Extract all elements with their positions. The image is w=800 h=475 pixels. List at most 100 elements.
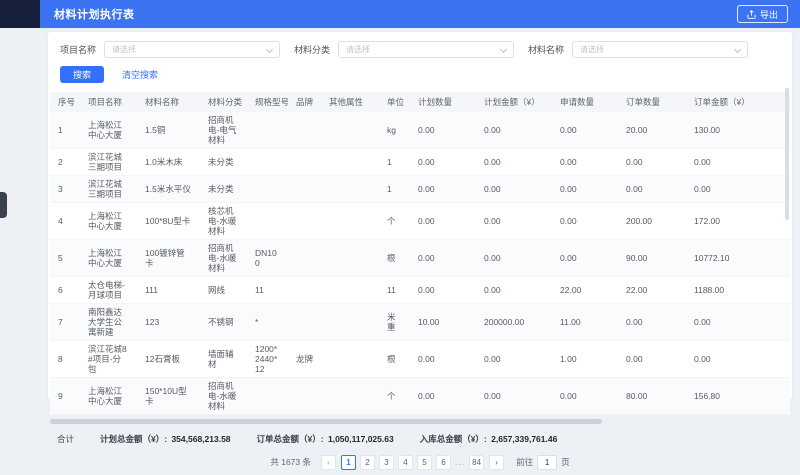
table-cell: * [247,304,288,341]
table-cell: 1200*2440*12 [247,341,288,378]
table-cell: 0.00 [410,112,476,149]
table-cell: 123 [137,304,200,341]
page-button-3[interactable]: 3 [379,455,394,470]
table-cell [288,176,321,203]
page-ellipsis: ... [455,457,465,467]
column-header: 项目名称 [80,92,137,112]
page-button-6[interactable]: 6 [436,455,451,470]
table-cell: 130.00 [686,112,790,149]
column-header: 单位 [379,92,410,112]
table-cell: 3 [50,176,80,203]
table-cell [321,240,379,277]
table-cell: 111 [137,277,200,304]
table-cell: 7 [50,304,80,341]
filter-project-label: 项目名称 [60,43,96,56]
table-cell: 0.00 [686,176,790,203]
page-button-1[interactable]: 1 [341,455,356,470]
column-header: 订单金额（¥） [686,92,790,112]
table-cell: 11 [379,277,410,304]
page-list: 123456... 84 [341,455,484,470]
order-total-label: 订单总金额（¥）: [257,434,324,444]
table-cell: 招商机电-电气材料 [200,112,247,149]
goto-suffix: 页 [561,456,570,468]
horizontal-scrollbar-thumb[interactable] [50,419,602,424]
table-cell: 100*8U型卡 [137,203,200,240]
filter-category-input[interactable] [339,42,513,57]
table-row: 2滨江花城三期项目1.0米木床未分类10.000.000.000.000.00 [50,149,790,176]
export-button[interactable]: 导出 [737,5,788,23]
column-header: 规格型号 [247,92,288,112]
table-row: 5上海松江中心大厦100镀锌管卡招商机电-水暖材料DN100根0.000.000… [50,240,790,277]
column-header: 申请数量 [552,92,618,112]
table-cell: 0.00 [552,203,618,240]
table-cell: 200000.00 [476,304,552,341]
pagination: 共 1673 条 ‹ 123456...84 › 前往 页 [48,449,792,475]
table-cell: 个 [379,203,410,240]
goto-page-input[interactable] [537,455,557,470]
filter-material-select[interactable] [572,41,748,58]
table-cell: 6 [50,277,80,304]
table-cell: 上海松江中心大厦 [80,203,137,240]
export-label: 导出 [760,8,778,21]
goto-page: 前往 页 [516,455,570,470]
filter-project: 项目名称 [60,41,280,58]
filter-category-select[interactable] [338,41,514,58]
table-cell: 0.00 [618,149,686,176]
filter-category-label: 材料分类 [294,43,330,56]
page-button-5[interactable]: 5 [417,455,432,470]
filter-material-input[interactable] [573,42,747,57]
table-row: 1上海松江中心大厦1.5铜招商机电-电气材料kg0.000.000.0020.0… [50,112,790,149]
table-cell: 1.5铜 [137,112,200,149]
next-page-button[interactable]: › [489,455,504,470]
table-cell: 上海松江中心大厦 [80,112,137,149]
table-cell: 12石膏板 [137,341,200,378]
page-button-2[interactable]: 2 [360,455,375,470]
page-button-84[interactable]: 84 [469,455,484,470]
top-bar: 材料计划执行表 导出 [0,0,800,28]
table-cell: 11.00 [552,304,618,341]
logo-block [0,0,40,28]
table-cell: 0.00 [410,341,476,378]
table-cell: 0.00 [686,149,790,176]
table-cell: 10772.10 [686,240,790,277]
table-cell: 0.00 [476,176,552,203]
table-cell [288,149,321,176]
page-button-4[interactable]: 4 [398,455,413,470]
table-cell [321,341,379,378]
table-cell [247,149,288,176]
order-total-value: 1,050,117,025.63 [328,434,394,444]
table-cell: 0.00 [476,149,552,176]
prev-page-button[interactable]: ‹ [321,455,336,470]
table-cell: 滨江花城三期项目 [80,176,137,203]
table-cell [247,176,288,203]
table-cell: 未分类 [200,176,247,203]
vertical-scrollbar-thumb[interactable] [785,88,789,220]
table-cell: 根 [379,240,410,277]
table-container: 序号项目名称材料名称材料分类规格型号品牌其他属性单位计划数量计划金额（¥）申请数… [50,92,790,415]
table-cell: 1.0米木床 [137,149,200,176]
table-cell: 1.00 [552,341,618,378]
table-cell: 0.00 [686,341,790,378]
inbound-total: 入库总金额（¥）: 2,657,339,761.46 [420,433,558,445]
table-row: 8滨江花城8#项目-分包12石膏板墙面辅材1200*2440*12龙牌根0.00… [50,341,790,378]
column-header: 计划数量 [410,92,476,112]
filter-material: 材料名称 [528,41,748,58]
table-cell: 不锈钢 [200,304,247,341]
horizontal-scrollbar [50,419,790,424]
planned-total: 计划总金额（¥）: 354,568,213.58 [100,433,231,445]
drawer-handle[interactable] [0,192,7,218]
filter-project-input[interactable] [105,42,279,57]
filter-project-select[interactable] [104,41,280,58]
search-button[interactable]: 搜索 [60,66,104,83]
table-row: 6太仓电梯-月球项目111网线11110.000.0022.0022.00118… [50,277,790,304]
table-cell: 100镀锌管卡 [137,240,200,277]
table-cell: 滨江花城8#项目-分包 [80,341,137,378]
table-row: 7南阳鑫达大学生公寓新建123不锈钢*米重10.00200000.0011.00… [50,304,790,341]
table-cell [321,203,379,240]
inbound-total-value: 2,657,339,761.46 [491,434,557,444]
table-cell: 0.00 [552,112,618,149]
table-row: 4上海松江中心大厦100*8U型卡核芯机电-水暖材料个0.000.000.002… [50,203,790,240]
order-total: 订单总金额（¥）: 1,050,117,025.63 [257,433,394,445]
clear-search-button[interactable]: 清空搜索 [122,68,158,81]
table-cell: 2 [50,149,80,176]
